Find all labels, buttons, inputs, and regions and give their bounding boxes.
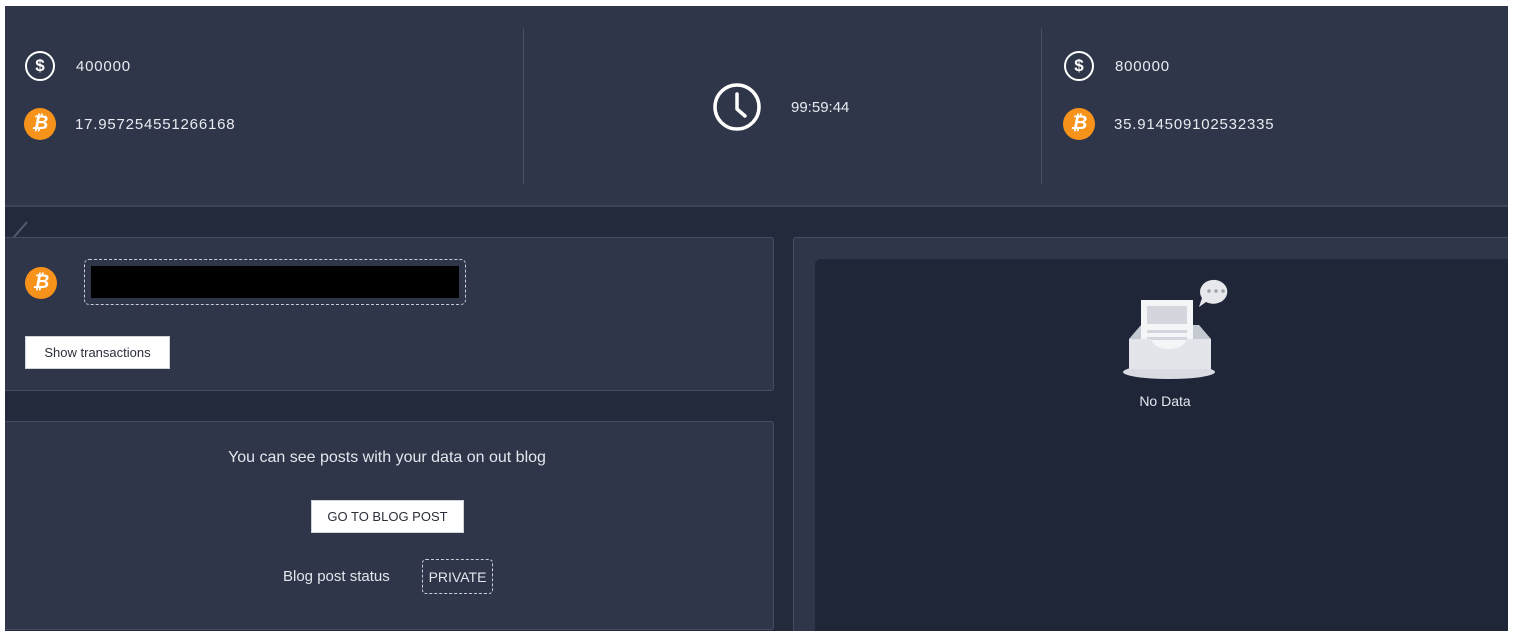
no-data-text: No Data xyxy=(1139,393,1191,409)
right-usd-stat: $ 800000 xyxy=(1064,49,1170,83)
bitcoin-icon: ₿ xyxy=(1063,108,1095,140)
timer-value: 99:59:44 xyxy=(791,98,850,116)
dollar-icon: $ xyxy=(1064,51,1094,81)
divider xyxy=(523,28,524,184)
left-btc-stat: ₿ 17.957254551266168 xyxy=(24,107,235,141)
divider xyxy=(1041,28,1042,184)
stats-bar: $ 400000 ₿ 17.957254551266168 99:59:44 $… xyxy=(5,6,1508,207)
go-to-blog-post-button[interactable]: GO TO BLOG POST xyxy=(311,500,464,533)
blog-message: You can see posts with your data on out … xyxy=(228,449,546,466)
data-panel: No Data xyxy=(793,237,1508,631)
right-usd-value: 800000 xyxy=(1115,57,1170,75)
left-usd-value: 400000 xyxy=(76,57,131,75)
left-usd-stat: $ 400000 xyxy=(25,49,131,83)
countdown-timer: 99:59:44 xyxy=(712,82,849,132)
blog-status-label: Blog post status xyxy=(283,568,390,585)
dashboard-frame: $ 400000 ₿ 17.957254551266168 99:59:44 $… xyxy=(5,6,1508,631)
left-btc-value: 17.957254551266168 xyxy=(75,115,236,133)
wallet-address-field[interactable] xyxy=(84,259,466,305)
wallet-panel: ₿ Show transactions xyxy=(5,237,774,391)
blog-panel: You can see posts with your data on out … xyxy=(5,421,774,630)
redacted-address xyxy=(91,266,459,298)
show-transactions-button[interactable]: Show transactions xyxy=(25,336,170,369)
empty-inbox-icon xyxy=(1123,279,1228,379)
clock-icon xyxy=(713,83,761,131)
dollar-icon: $ xyxy=(25,51,55,81)
blog-status-badge: PRIVATE xyxy=(422,559,493,594)
bitcoin-icon: ₿ xyxy=(24,108,56,140)
empty-state-area: No Data xyxy=(815,259,1508,631)
right-btc-stat: ₿ 35.914509102532335 xyxy=(1063,107,1274,141)
bitcoin-icon: ₿ xyxy=(25,267,57,299)
right-btc-value: 35.914509102532335 xyxy=(1114,115,1275,133)
